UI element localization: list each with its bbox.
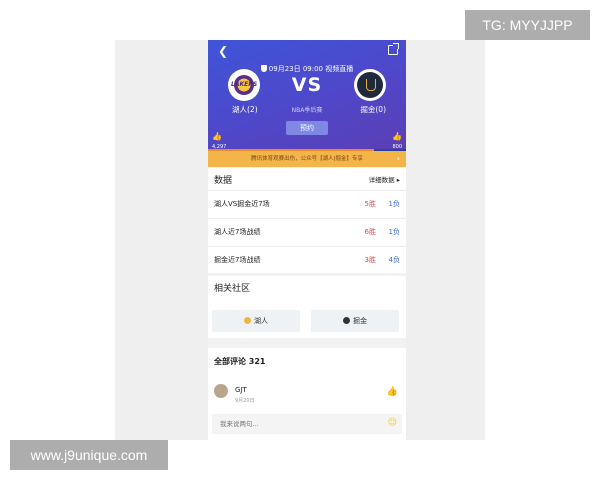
stat-wins: 6胜	[364, 228, 376, 236]
phone-screen: ❮ 09月23日 09:00 视频直播 LAKERS VS 湖人(2) NBA季…	[208, 40, 406, 440]
promo-banner[interactable]: 腾讯体育观赛出伤，公众号【湖人|掘金】专享 ›	[208, 151, 406, 167]
community-section: 相关社区 湖人 掘金	[208, 276, 406, 338]
community-title: 相关社区	[214, 284, 251, 294]
match-header: ❮ 09月23日 09:00 视频直播 LAKERS VS 湖人(2) NBA季…	[208, 40, 406, 151]
stat-losses: 1负	[388, 228, 400, 236]
chevron-left-icon[interactable]: ❮	[218, 44, 228, 58]
match-time: 09月23日 09:00 视频直播	[268, 65, 354, 73]
stat-row[interactable]: 掘金近7场战绩 3胜 4负	[208, 246, 406, 273]
league-icon	[260, 65, 267, 72]
stat-label: 湖人近7场战绩	[214, 228, 261, 236]
share-icon[interactable]	[388, 43, 399, 55]
thumbs-up-icon[interactable]: 👍	[387, 387, 398, 397]
stat-row[interactable]: 湖人近7场战绩 6胜 1负	[208, 218, 406, 245]
nuggets-icon	[343, 317, 350, 324]
community-nuggets-label: 掘金	[353, 317, 367, 325]
comment-username[interactable]: GJT	[235, 386, 247, 394]
chevron-right-icon: ›	[396, 154, 400, 163]
comment-input[interactable]	[212, 414, 402, 434]
detailed-stats-link[interactable]: 详细数据 ▸	[369, 174, 400, 184]
thumbs-up-icon[interactable]: 👍	[392, 132, 402, 141]
stat-losses: 4负	[388, 256, 400, 264]
banner-text: 腾讯体育观赛出伤，公众号【湖人|掘金】专享	[251, 156, 363, 162]
stat-wins: 5胜	[364, 200, 376, 208]
detailed-stats-label: 详细数据	[368, 176, 395, 184]
community-lakers-label: 湖人	[254, 317, 268, 325]
comments-title: 全部评论 321	[214, 357, 266, 366]
stat-losses: 1负	[388, 200, 400, 208]
thumbs-up-icon[interactable]: 👍	[212, 132, 222, 141]
community-lakers-button[interactable]: 湖人	[212, 310, 300, 332]
lakers-icon	[244, 317, 251, 324]
comment-date: 9月20日	[235, 398, 255, 404]
stat-row[interactable]: 湖人VS掘金近7场 5胜 1负	[208, 190, 406, 217]
away-team-name: 掘金(0)	[360, 105, 386, 114]
community-nuggets-button[interactable]: 掘金	[311, 310, 399, 332]
watermark-bottom: www.j9unique.com	[10, 440, 168, 470]
avatar[interactable]	[214, 384, 228, 398]
stats-section: 数据 详细数据 ▸ 湖人VS掘金近7场 5胜 1负 湖人近7场战绩 6胜 1负 …	[208, 168, 406, 273]
stat-label: 湖人VS掘金近7场	[214, 200, 270, 208]
comments-section: 全部评论 321 GJT 9月20日 👍 ☺	[208, 348, 406, 440]
stat-wins: 3胜	[364, 256, 376, 264]
stats-title: 数据	[214, 176, 233, 186]
watermark-top: TG: MYYJJPP	[465, 10, 590, 40]
emoji-icon[interactable]: ☺	[388, 418, 397, 428]
nuggets-logo[interactable]	[354, 69, 386, 101]
stat-label: 掘金近7场战绩	[214, 256, 261, 264]
book-button[interactable]: 预约	[286, 121, 328, 135]
nuggets-logo-emblem	[357, 72, 383, 98]
